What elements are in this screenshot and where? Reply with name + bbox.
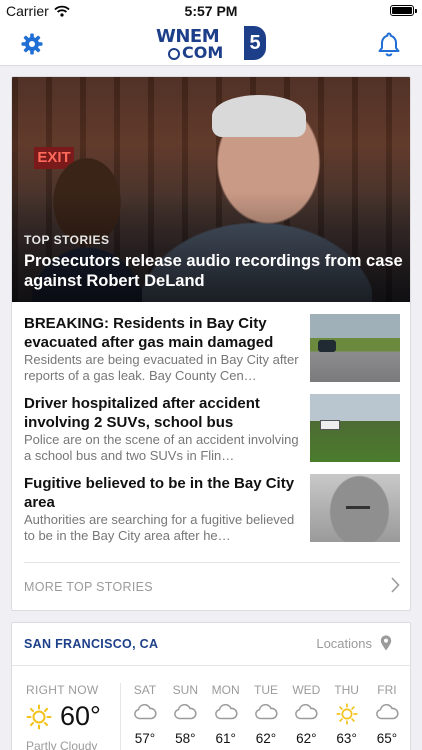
forecast-day: THU 63°	[328, 683, 366, 746]
bell-icon[interactable]	[377, 31, 401, 57]
forecast-temp: 62°	[296, 731, 317, 746]
hero-kicker: TOP STORIES	[24, 233, 110, 247]
cloud-icon	[174, 703, 197, 720]
sun-icon	[336, 703, 358, 725]
hero-headline[interactable]: Prosecutors release audio recordings fro…	[24, 251, 404, 291]
wnem-logo[interactable]: WNEM COM 5	[156, 26, 268, 62]
weather-card[interactable]: SAN FRANCISCO, CA Locations RIGHT NOW 60…	[11, 622, 412, 750]
forecast-row: SAT 57° SUN 58° MON 61° TUE 62° WED 62° …	[126, 683, 406, 746]
forecast-day: MON 61°	[207, 683, 245, 746]
forecast-day-name: SUN	[172, 683, 198, 697]
forecast-day: SAT 57°	[126, 683, 164, 746]
locations-label: Locations	[316, 635, 372, 651]
story-thumbnail[interactable]	[310, 314, 400, 382]
sun-icon	[26, 704, 52, 729]
forecast-day-name: MON	[211, 683, 240, 697]
cloud-icon	[134, 703, 157, 720]
more-top-stories-link[interactable]: MORE TOP STORIES	[24, 562, 400, 602]
cloud-icon	[255, 703, 278, 720]
cloud-icon	[214, 703, 238, 720]
battery-icon	[390, 5, 417, 16]
gear-icon[interactable]	[20, 32, 44, 56]
story-summary: Residents are being evacuated in Bay Cit…	[24, 352, 299, 383]
forecast-temp: 62°	[255, 731, 277, 746]
forecast-day-name: WED	[292, 683, 321, 697]
story-thumbnail[interactable]	[310, 394, 400, 462]
forecast-temp: 61°	[215, 731, 236, 746]
story-item[interactable]: BREAKING: Residents in Bay City evacuate…	[24, 314, 400, 384]
current-temperature: 60°	[60, 701, 101, 731]
story-title[interactable]: Driver hospitalized after accident invol…	[24, 394, 304, 432]
story-title[interactable]: Fugitive believed to be in the Bay City …	[24, 474, 304, 512]
forecast-day-name: THU	[334, 683, 359, 697]
top-stories-card: EXIT TOP STORIES Prosecutors release aud…	[11, 76, 411, 611]
weather-location: SAN FRANCISCO, CA	[24, 637, 159, 651]
story-thumbnail[interactable]	[310, 474, 400, 542]
forecast-temp: 63°	[336, 731, 357, 746]
forecast-temp: 57°	[134, 731, 156, 746]
forecast-day: WED 62°	[287, 683, 325, 746]
cloud-icon	[376, 703, 399, 720]
location-pin-icon	[380, 635, 392, 651]
forecast-day: SUN 58°	[166, 683, 204, 746]
story-title[interactable]: BREAKING: Residents in Bay City evacuate…	[24, 314, 304, 352]
story-item[interactable]: Driver hospitalized after accident invol…	[24, 394, 400, 464]
status-bar: Carrier 5:57 PM	[0, 0, 422, 22]
locations-button[interactable]: Locations	[316, 635, 392, 651]
cbs-eye-icon	[168, 48, 180, 60]
story-item[interactable]: Fugitive believed to be in the Bay City …	[24, 474, 400, 544]
hero-story[interactable]: EXIT TOP STORIES Prosecutors release aud…	[12, 77, 410, 302]
chevron-right-icon	[391, 577, 400, 593]
cloud-icon	[295, 703, 318, 720]
logo-com: COM	[182, 43, 224, 62]
logo-channel-badge: 5	[244, 26, 266, 60]
current-conditions: RIGHT NOW 60° Partly Cloudy	[26, 683, 126, 750]
story-summary: Police are on the scene of an accident i…	[24, 432, 299, 463]
forecast-day: TUE 62°	[247, 683, 285, 746]
forecast-day-name: FRI	[377, 683, 397, 697]
forecast-temp: 65°	[376, 731, 398, 746]
forecast-temp: 58°	[175, 731, 196, 746]
forecast-day: FRI 65°	[368, 683, 406, 746]
status-time: 5:57 PM	[184, 3, 238, 19]
more-top-stories-label: MORE TOP STORIES	[24, 580, 153, 594]
top-nav-bar: WNEM COM 5	[0, 22, 422, 66]
forecast-day-name: TUE	[253, 683, 278, 697]
forecast-day-name: SAT	[133, 683, 157, 697]
story-summary: Authorities are searching for a fugitive…	[24, 512, 295, 543]
right-now-label: RIGHT NOW	[26, 683, 99, 697]
